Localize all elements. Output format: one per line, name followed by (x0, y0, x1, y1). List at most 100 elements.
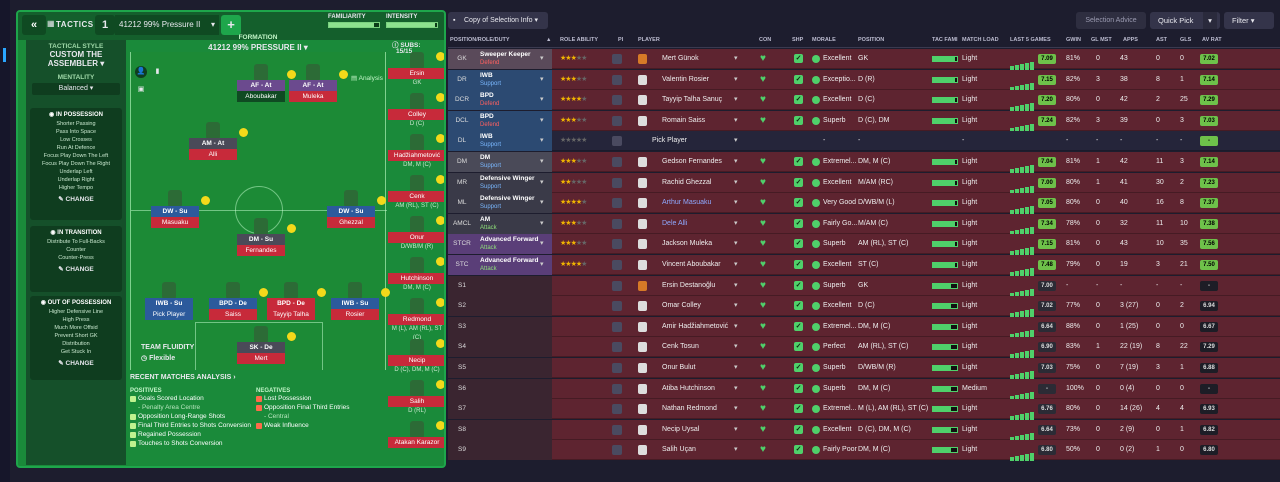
player-instructions-icon[interactable] (612, 74, 622, 85)
role-duty-cell[interactable]: AM Attack ▾ (476, 213, 552, 234)
player-name[interactable]: Ersin Destanoğlu (662, 276, 752, 296)
role-duty-cell[interactable] (476, 399, 552, 420)
player-name-tag[interactable]: Tayyip Talha (267, 309, 315, 320)
player-instructions-icon[interactable] (612, 95, 622, 106)
player-instructions-icon[interactable] (612, 54, 622, 64)
table-row[interactable]: S9 Salih Uçan ▾ ♥ ✓ Fairly Poor DM, M (C) Light… (448, 440, 1280, 461)
player-instructions-icon[interactable] (612, 383, 622, 394)
player-instructions-icon[interactable] (612, 363, 622, 373)
slot-cell[interactable]: ML (448, 193, 476, 214)
role-duty-cell[interactable] (476, 275, 552, 296)
col-player[interactable]: PLAYER (638, 37, 660, 43)
player-role-tag[interactable]: SK - De (237, 342, 285, 353)
col-position-role-duty[interactable]: POSITION/ROLE/DUTY (450, 37, 510, 43)
person-view-icon[interactable]: 👤 (135, 66, 147, 78)
table-row[interactable]: DR IWB Support ▾ ★★★★★ Valentin Rosier ▾ ♥ ✓ Exce… (448, 69, 1280, 93)
table-row[interactable]: S3 Amir Hadžiahmetović ▾ ♥ ✓ Extremel... DM, M… (448, 316, 1280, 340)
slot-cell[interactable]: GK (448, 49, 476, 69)
role-duty-cell[interactable] (476, 337, 552, 358)
player-instructions-icon[interactable] (612, 239, 622, 250)
player-role-tag[interactable]: IWB - Su (331, 298, 379, 309)
chevron-down-icon[interactable]: ▾ (540, 111, 544, 131)
col-morale[interactable]: MORALE (812, 37, 836, 43)
collapse-button[interactable]: « (22, 15, 46, 35)
slot-cell[interactable]: STCR (448, 234, 476, 255)
chevron-down-icon[interactable]: ▾ (540, 70, 544, 90)
player-name[interactable]: Rachid Ghezzal (662, 173, 752, 193)
player-role-tag[interactable]: AM - At (189, 138, 237, 149)
col-gls[interactable]: GLS (1180, 37, 1191, 43)
table-row[interactable]: S1 Ersin Destanoğlu ▾ ♥ ✓ Superb GK Light 7.00 - -… (448, 275, 1280, 299)
tactical-style-name[interactable]: CUSTOM THE ASSEMBLER ▾ (26, 50, 126, 68)
col-con[interactable]: CON (759, 37, 771, 43)
player-dropdown-icon[interactable]: ▾ (734, 131, 738, 151)
table-row[interactable]: MR Defensive Winger Support ▾ ★★★★★ Rachid Gh… (448, 172, 1280, 196)
player-dropdown-icon[interactable]: ▾ (734, 214, 738, 234)
player-name-tag[interactable]: Masuaku (151, 217, 199, 228)
col-tac-fam[interactable]: TAC FAMI (932, 37, 958, 43)
col-last-5-games[interactable]: LAST 5 GAMES (1010, 37, 1051, 43)
sub-card[interactable]: Redmond M (L), AM (RL), ST (C) (388, 298, 444, 343)
col-apps[interactable]: APPS (1123, 37, 1138, 43)
player-instructions-icon[interactable] (612, 177, 622, 188)
chevron-down-icon[interactable]: ▾ (540, 49, 544, 69)
table-row[interactable]: S7 Nathan Redmond ▾ ♥ ✓ Extremel... M (L), AM … (448, 399, 1280, 423)
tactic-slot-number[interactable]: 1 (95, 15, 115, 35)
role-duty-cell[interactable]: Defensive Winger Support ▾ (476, 172, 552, 193)
kit-view-icon[interactable]: ▣ (135, 84, 147, 96)
player-name-tag[interactable]: Rosier (331, 309, 379, 320)
player-dropdown-icon[interactable]: ▾ (734, 173, 738, 193)
col-gwin[interactable]: GWIN (1066, 37, 1081, 43)
col-role-ability[interactable]: ROLE ABILITY (560, 37, 598, 43)
tactic-name-select[interactable]: 41212 99% Pressure II ▾ (115, 15, 219, 35)
slot-cell[interactable]: DR (448, 69, 476, 90)
player-name-tag[interactable]: Mert (237, 353, 285, 364)
rma-title[interactable]: RECENT MATCHES ANALYSIS › (130, 374, 386, 381)
role-duty-cell[interactable]: IWB Support ▾ (476, 69, 552, 90)
role-duty-cell[interactable] (476, 296, 552, 317)
in-transition-change-button[interactable]: ✎ CHANGE (32, 265, 120, 273)
player-name[interactable]: Arthur Masuaku (662, 193, 752, 213)
sub-card[interactable]: Cenk AM (RL), ST (C) (388, 175, 444, 211)
col-match-load[interactable]: MATCH LOAD (962, 37, 999, 43)
mentality-select[interactable]: Balanced ▾ (32, 83, 120, 95)
player-name[interactable]: Atiba Hutchinson (662, 379, 752, 399)
player-dropdown-icon[interactable]: ▾ (734, 337, 738, 357)
player-name[interactable]: Pick Player (652, 131, 742, 151)
player-instructions-icon[interactable] (612, 157, 622, 167)
table-row[interactable]: S2 Omar Colley ▾ ♥ ✓ Excellent D (C) Light 7.02 7… (448, 296, 1280, 320)
player-name-tag[interactable]: Aboubakar (237, 91, 285, 102)
player-role-tag[interactable]: DW - Su (151, 206, 199, 217)
player-instructions-icon[interactable] (612, 342, 622, 353)
role-duty-cell[interactable] (476, 419, 552, 440)
player-role-tag[interactable]: BPD - De (267, 298, 315, 309)
player-role-tag[interactable]: BPD - De (209, 298, 257, 309)
chevron-down-icon[interactable]: ▾ (540, 90, 544, 110)
table-row[interactable]: S4 Cenk Tosun ▾ ♥ ✓ Perfect AM (RL), ST (C) Lig… (448, 337, 1280, 361)
player-role-tag[interactable]: AF - At (237, 80, 285, 91)
player-role-tag[interactable]: DW - Su (327, 206, 375, 217)
table-row[interactable]: AMCL AM Attack ▾ ★★★★★ Dele Alli ▾ ♥ ✓ Fairly Go.… (448, 213, 1280, 237)
role-duty-cell[interactable]: Defensive Winger Support ▾ (476, 193, 552, 214)
player-instructions-icon[interactable] (612, 260, 622, 270)
chevron-down-icon[interactable]: ▾ (540, 173, 544, 193)
player-name-tag[interactable]: Alli (189, 149, 237, 160)
sub-card[interactable]: Colley D (C) (388, 93, 444, 129)
player-role-tag[interactable]: AF - At (289, 80, 337, 91)
role-duty-cell[interactable] (476, 378, 552, 399)
player-name[interactable]: Necip Uysal (662, 420, 752, 440)
slot-cell[interactable]: DL (448, 131, 476, 152)
player-dropdown-icon[interactable]: ▾ (734, 276, 738, 296)
player-dropdown-icon[interactable]: ▾ (734, 358, 738, 378)
role-duty-cell[interactable] (476, 316, 552, 337)
copy-selection-info-button[interactable]: ▪ Copy of Selection Info ▾ (448, 12, 548, 29)
chevron-down-icon[interactable]: ▾ (540, 214, 544, 234)
role-duty-cell[interactable] (476, 358, 552, 378)
player-instructions-icon[interactable] (612, 115, 622, 126)
player-instructions-icon[interactable] (612, 321, 622, 332)
player-name[interactable]: Nathan Redmond (662, 399, 752, 419)
table-row[interactable]: S8 Necip Uysal ▾ ♥ ✓ Excellent D (C), DM, M (C… (448, 419, 1280, 443)
player-instructions-icon[interactable] (612, 280, 622, 291)
player-name-tag[interactable]: Ghezzal (327, 217, 375, 228)
player-name[interactable]: Jackson Muleka (662, 234, 752, 254)
